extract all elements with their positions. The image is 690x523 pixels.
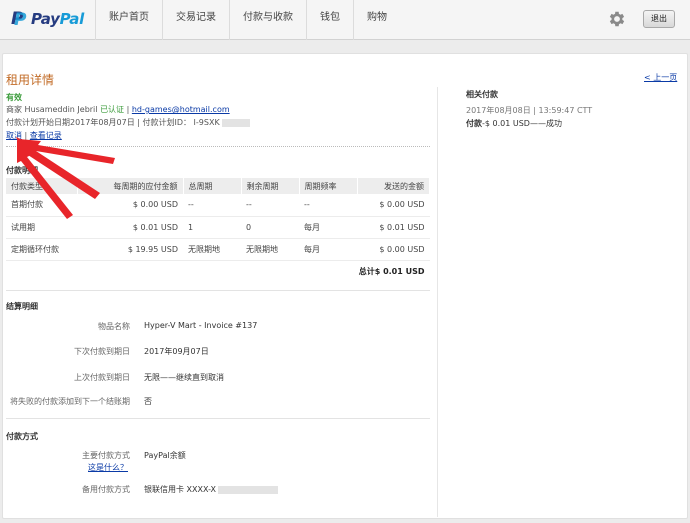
merchant-separator: | [126,105,130,114]
verified-badge: 已认证 [100,105,125,114]
cancel-link[interactable]: 取消 [6,131,22,140]
cell: $ 0.01 USD [357,216,430,239]
cell: 每月 [299,216,357,239]
cell: $ 0.00 USD [357,194,430,217]
merchant-prefix: 商家 [6,105,22,114]
subscription-details-card: 租用详情 < 上一页 有效 商家 Husameddin Jebril 已认证 |… [2,53,688,519]
nav-account-home[interactable]: 账户首页 [95,0,162,40]
action-separator: | [24,131,28,140]
gear-icon[interactable] [607,9,627,29]
related-datetime: 2017年08月08日 | 13:59:47 CTT [466,106,593,115]
last-due-label: 上次付款到期日 [74,373,130,382]
whats-this-link[interactable]: 这是什么？ [88,462,128,473]
backup-method-label: 备用付款方式 [82,485,130,494]
view-history-link[interactable]: 查看记录 [30,131,62,140]
cell: 首期付款 [6,194,77,217]
col-remaining-cycles: 剩余周期 [241,178,300,194]
cell: 定期循环付款 [6,238,77,261]
divider [6,418,430,419]
nav-shopping[interactable]: 购物 [353,0,400,40]
cell: $ 19.95 USD [77,238,183,261]
back-link[interactable]: < 上一页 [644,72,677,83]
merchant-line: 商家 Husameddin Jebril 已认证 | hd-games@hotm… [6,104,230,115]
column-divider [437,87,438,517]
cell: -- [183,194,241,217]
col-total-cycles: 总周期 [183,178,242,194]
item-name-label: 物品名称 [98,322,130,331]
payment-details-title: 付款明细 [6,166,38,175]
payment-details-table: 付款类型 每周期的应付金额 总周期 剩余周期 周期频率 发送的金额 首期付款 $… [6,178,430,282]
page-title: 租用详情 [6,73,55,87]
next-due-label: 下次付款到期日 [74,347,130,356]
primary-method-value: PayPal余额 [144,451,186,460]
paypal-p-icon: PP [11,9,27,30]
merchant-name: Husameddin Jebril [24,105,98,114]
cell: 试用期 [6,216,77,239]
billing-details-title: 结算明细 [6,302,38,311]
total-row: 总计$ 0.01 USD [6,260,430,282]
paypal-wordmark: PayPal [31,10,84,28]
action-links: 取消 | 查看记录 [6,130,62,141]
cell: 1 [183,216,241,239]
divider [6,290,430,291]
next-due-value: 2017年09月07日 [144,347,209,356]
cell: $ 0.01 USD [77,216,183,239]
add-failed-label: 将失败的付款添加到下一个结账期 [10,397,130,406]
related-payments-title: 相关付款 [466,90,498,99]
paypal-logo[interactable]: PP PayPal [11,9,84,30]
backup-card-text: 银联信用卡 XXXX-X [144,485,217,494]
related-payment-value: -$ 0.01 USD——成功 [482,119,562,128]
total-label: 总计 [358,266,375,276]
add-failed-value: 否 [144,397,152,406]
col-amount-per-cycle: 每周期的应付金额 [77,178,184,194]
cell: $ 0.00 USD [77,194,183,217]
nav-pay-and-receive[interactable]: 付款与收款 [229,0,306,40]
primary-method-label: 主要付款方式 [82,451,130,460]
logout-button[interactable]: 退出 [643,10,675,28]
last-due-value: 无限——继续直到取消 [144,373,224,382]
table-row: 定期循环付款 $ 19.95 USD 无限期地 无限期地 每月 $ 0.00 U… [6,238,430,261]
merchant-email-link[interactable]: hd-games@hotmail.com [132,105,230,114]
cell: -- [241,194,299,217]
col-amount-sent: 发送的金额 [357,178,430,194]
top-header: PP PayPal 账户首页 交易记录 付款与收款 钱包 购物 退出 [0,0,690,40]
cell: 每月 [299,238,357,261]
table-header-row: 付款类型 每周期的应付金额 总周期 剩余周期 周期频率 发送的金额 [6,178,430,194]
divider [6,146,430,147]
redacted-card [218,485,279,494]
table-row: 试用期 $ 0.01 USD 1 0 每月 $ 0.01 USD [6,216,430,239]
col-frequency: 周期频率 [299,178,358,194]
backup-method-value: 银联信用卡 XXXX-X [144,484,279,495]
nav-wallet[interactable]: 钱包 [306,0,353,40]
cell: $ 0.00 USD [357,238,430,261]
status-badge: 有效 [6,93,22,102]
related-payment-label: 付款 [466,119,482,128]
total-value: $ 0.01 USD [374,266,425,276]
col-payment-type: 付款类型 [6,178,78,194]
cell: 0 [241,216,299,239]
plan-line: 付款计划开始日期2017年08月07日 | 付款计划ID： I-9SXK [6,117,250,128]
payment-method-title: 付款方式 [6,432,38,441]
redacted-id [221,118,250,127]
main-nav: 账户首页 交易记录 付款与收款 钱包 购物 [95,0,400,40]
plan-info: 付款计划开始日期2017年08月07日 | 付款计划ID： I-9SXK [6,118,220,127]
cell: 无限期地 [183,238,241,261]
related-payment-line[interactable]: 付款-$ 0.01 USD——成功 [466,118,562,129]
cell: -- [299,194,357,217]
table-row: 首期付款 $ 0.00 USD -- -- -- $ 0.00 USD [6,194,430,217]
item-name-value: Hyper-V Mart - Invoice #137 [144,321,258,330]
cell: 无限期地 [241,238,299,261]
nav-transactions[interactable]: 交易记录 [162,0,229,40]
